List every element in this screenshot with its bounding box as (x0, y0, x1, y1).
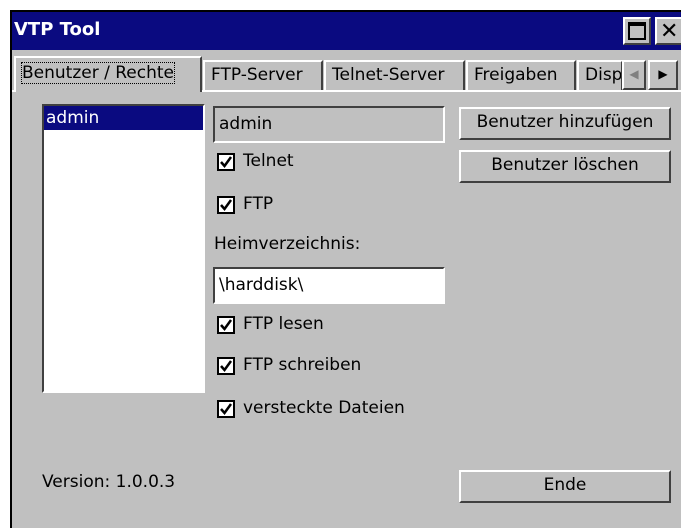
maximize-icon (628, 22, 646, 40)
list-item[interactable]: admin (44, 106, 203, 130)
tab-freigaben[interactable]: Freigaben (466, 60, 576, 90)
checkmark-icon (220, 199, 233, 212)
ftp-label: FTP (243, 194, 274, 214)
tab-disp[interactable]: Disp (577, 60, 623, 90)
add-user-button[interactable]: Benutzer hinzufügen (459, 107, 671, 140)
checkmark-icon (220, 156, 233, 169)
app-window: VTP Tool ✕ Benutzer / Rechte FTP-Server … (10, 10, 681, 528)
tab-benutzer-rechte[interactable]: Benutzer / Rechte (14, 56, 202, 92)
checkmark-icon (220, 403, 233, 416)
username-field[interactable]: admin (213, 106, 445, 143)
title-bar: VTP Tool ✕ (12, 12, 681, 50)
window-title: VTP Tool (14, 19, 101, 40)
tab-telnet-server[interactable]: Telnet-Server (324, 60, 465, 90)
home-directory-field[interactable]: \harddisk\ (213, 267, 445, 304)
close-button[interactable]: ✕ (655, 17, 681, 45)
tab-scroll-left-button[interactable]: ◀ (622, 60, 646, 90)
close-icon: ✕ (660, 19, 679, 44)
home-directory-label: Heimverzeichnis: (214, 234, 361, 254)
maximize-button[interactable] (623, 17, 651, 45)
delete-user-button[interactable]: Benutzer löschen (459, 150, 671, 183)
ftp-read-label: FTP lesen (243, 314, 324, 334)
ftp-write-label: FTP schreiben (243, 355, 362, 375)
tab-ftp-server[interactable]: FTP-Server (203, 60, 323, 90)
ftp-write-checkbox[interactable] (217, 357, 235, 375)
telnet-label: Telnet (243, 151, 294, 171)
user-list[interactable]: admin (42, 104, 205, 393)
arrow-left-icon: ◀ (629, 67, 639, 81)
ftp-read-checkbox[interactable] (217, 316, 235, 334)
tab-label: FTP-Server (211, 65, 303, 85)
tab-strip: Benutzer / Rechte FTP-Server Telnet-Serv… (12, 52, 681, 92)
hidden-files-label: versteckte Dateien (243, 398, 405, 418)
arrow-right-icon: ▶ (658, 67, 668, 81)
tab-label: Disp (585, 65, 623, 85)
hidden-files-checkbox[interactable] (217, 400, 235, 418)
telnet-checkbox[interactable] (217, 153, 235, 171)
tab-label: Telnet-Server (332, 65, 445, 85)
checkmark-icon (220, 319, 233, 332)
end-button[interactable]: Ende (459, 470, 671, 503)
tab-scroll-right-button[interactable]: ▶ (648, 60, 678, 90)
version-label: Version: 1.0.0.3 (42, 472, 176, 492)
tab-label: Benutzer / Rechte (21, 62, 175, 84)
tab-label: Freigaben (474, 65, 558, 85)
ftp-checkbox[interactable] (217, 196, 235, 214)
checkmark-icon (220, 360, 233, 373)
